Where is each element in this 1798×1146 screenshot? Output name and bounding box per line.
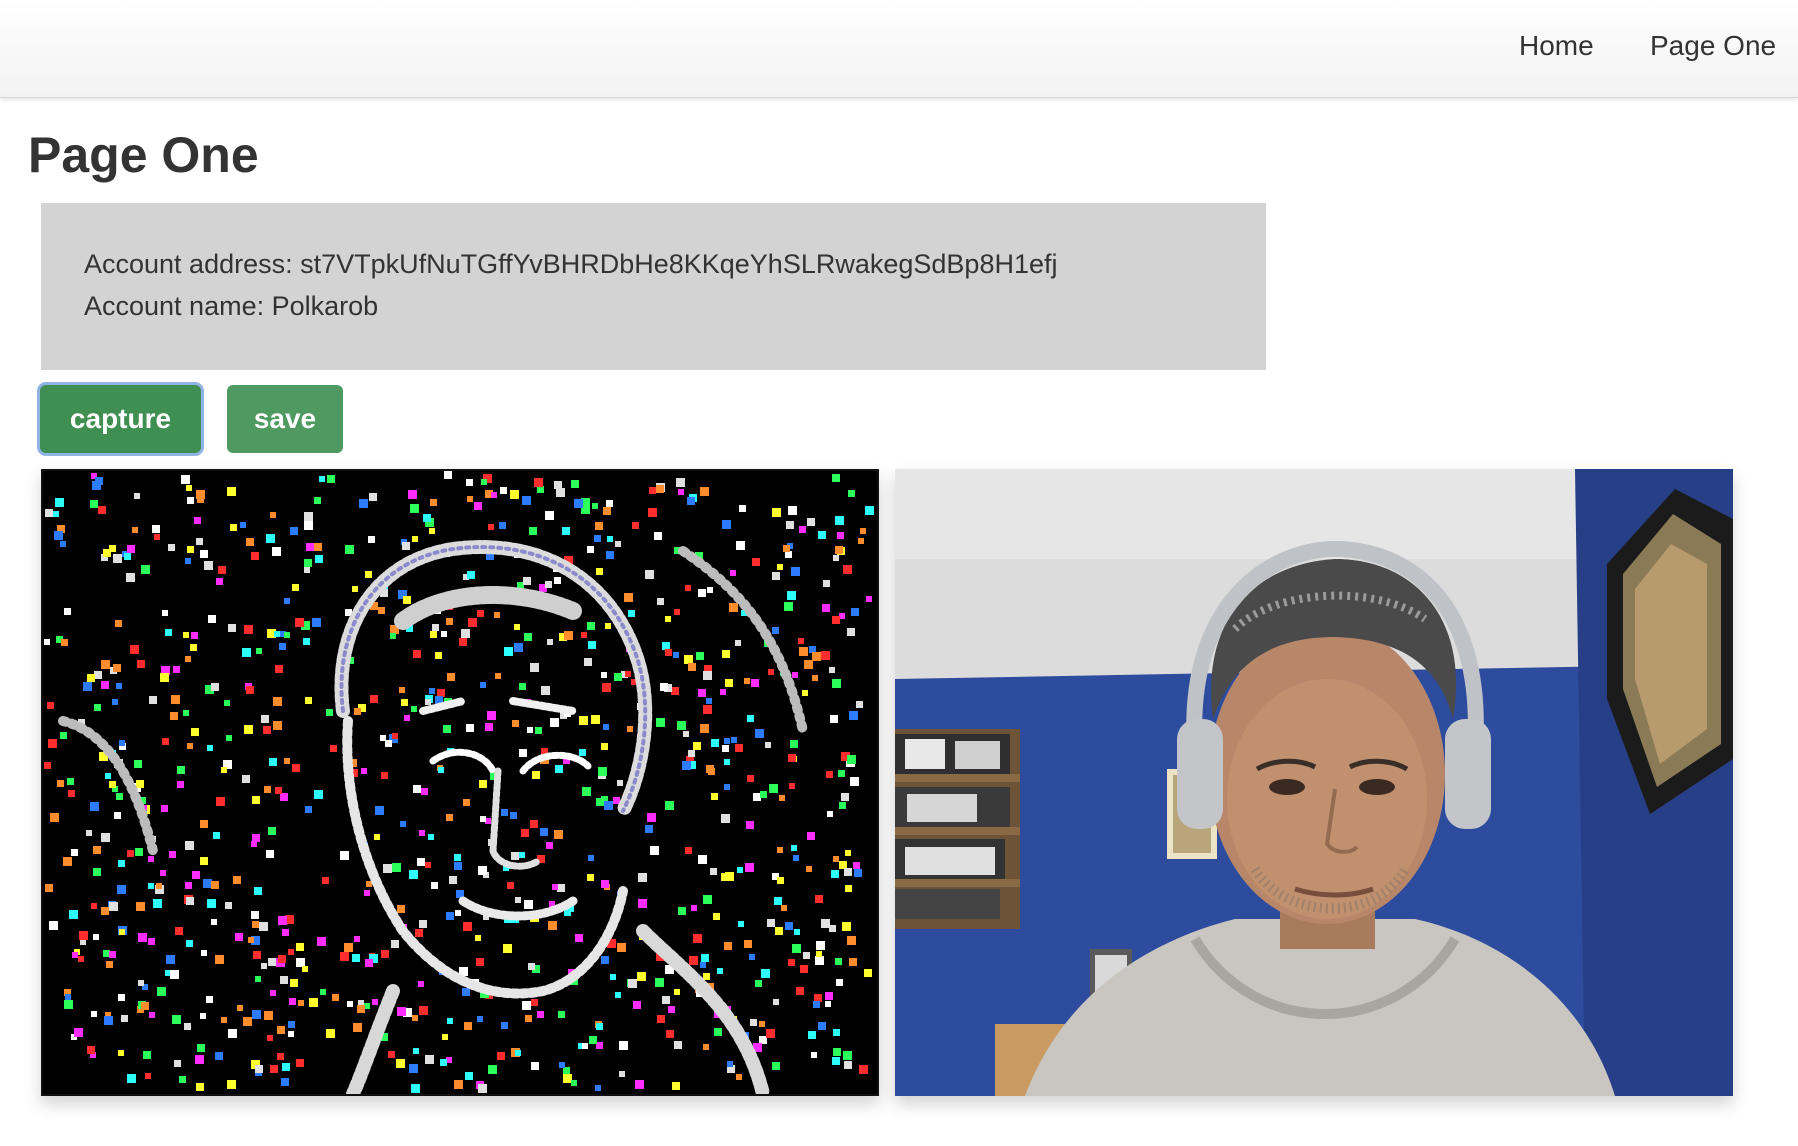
live-video-feed <box>895 469 1733 1096</box>
top-navbar: Home Page One <box>0 0 1798 98</box>
account-address: Account address: st7VTpkUfNuTGffYvBHRDbH… <box>84 249 1058 279</box>
edge-filtered-image <box>43 471 877 1094</box>
page-title: Page One <box>28 127 259 183</box>
save-button[interactable]: save <box>227 385 343 453</box>
account-info-panel: Account address: st7VTpkUfNuTGffYvBHRDbH… <box>41 203 1266 370</box>
account-name: Account name: Polkarob <box>84 291 379 321</box>
capture-button[interactable]: capture <box>40 385 201 453</box>
processed-image-canvas <box>41 469 879 1096</box>
nav-page-one-link[interactable]: Page One <box>1650 30 1776 62</box>
nav-home-link[interactable]: Home <box>1519 30 1594 62</box>
webcam-image <box>895 469 1733 1096</box>
